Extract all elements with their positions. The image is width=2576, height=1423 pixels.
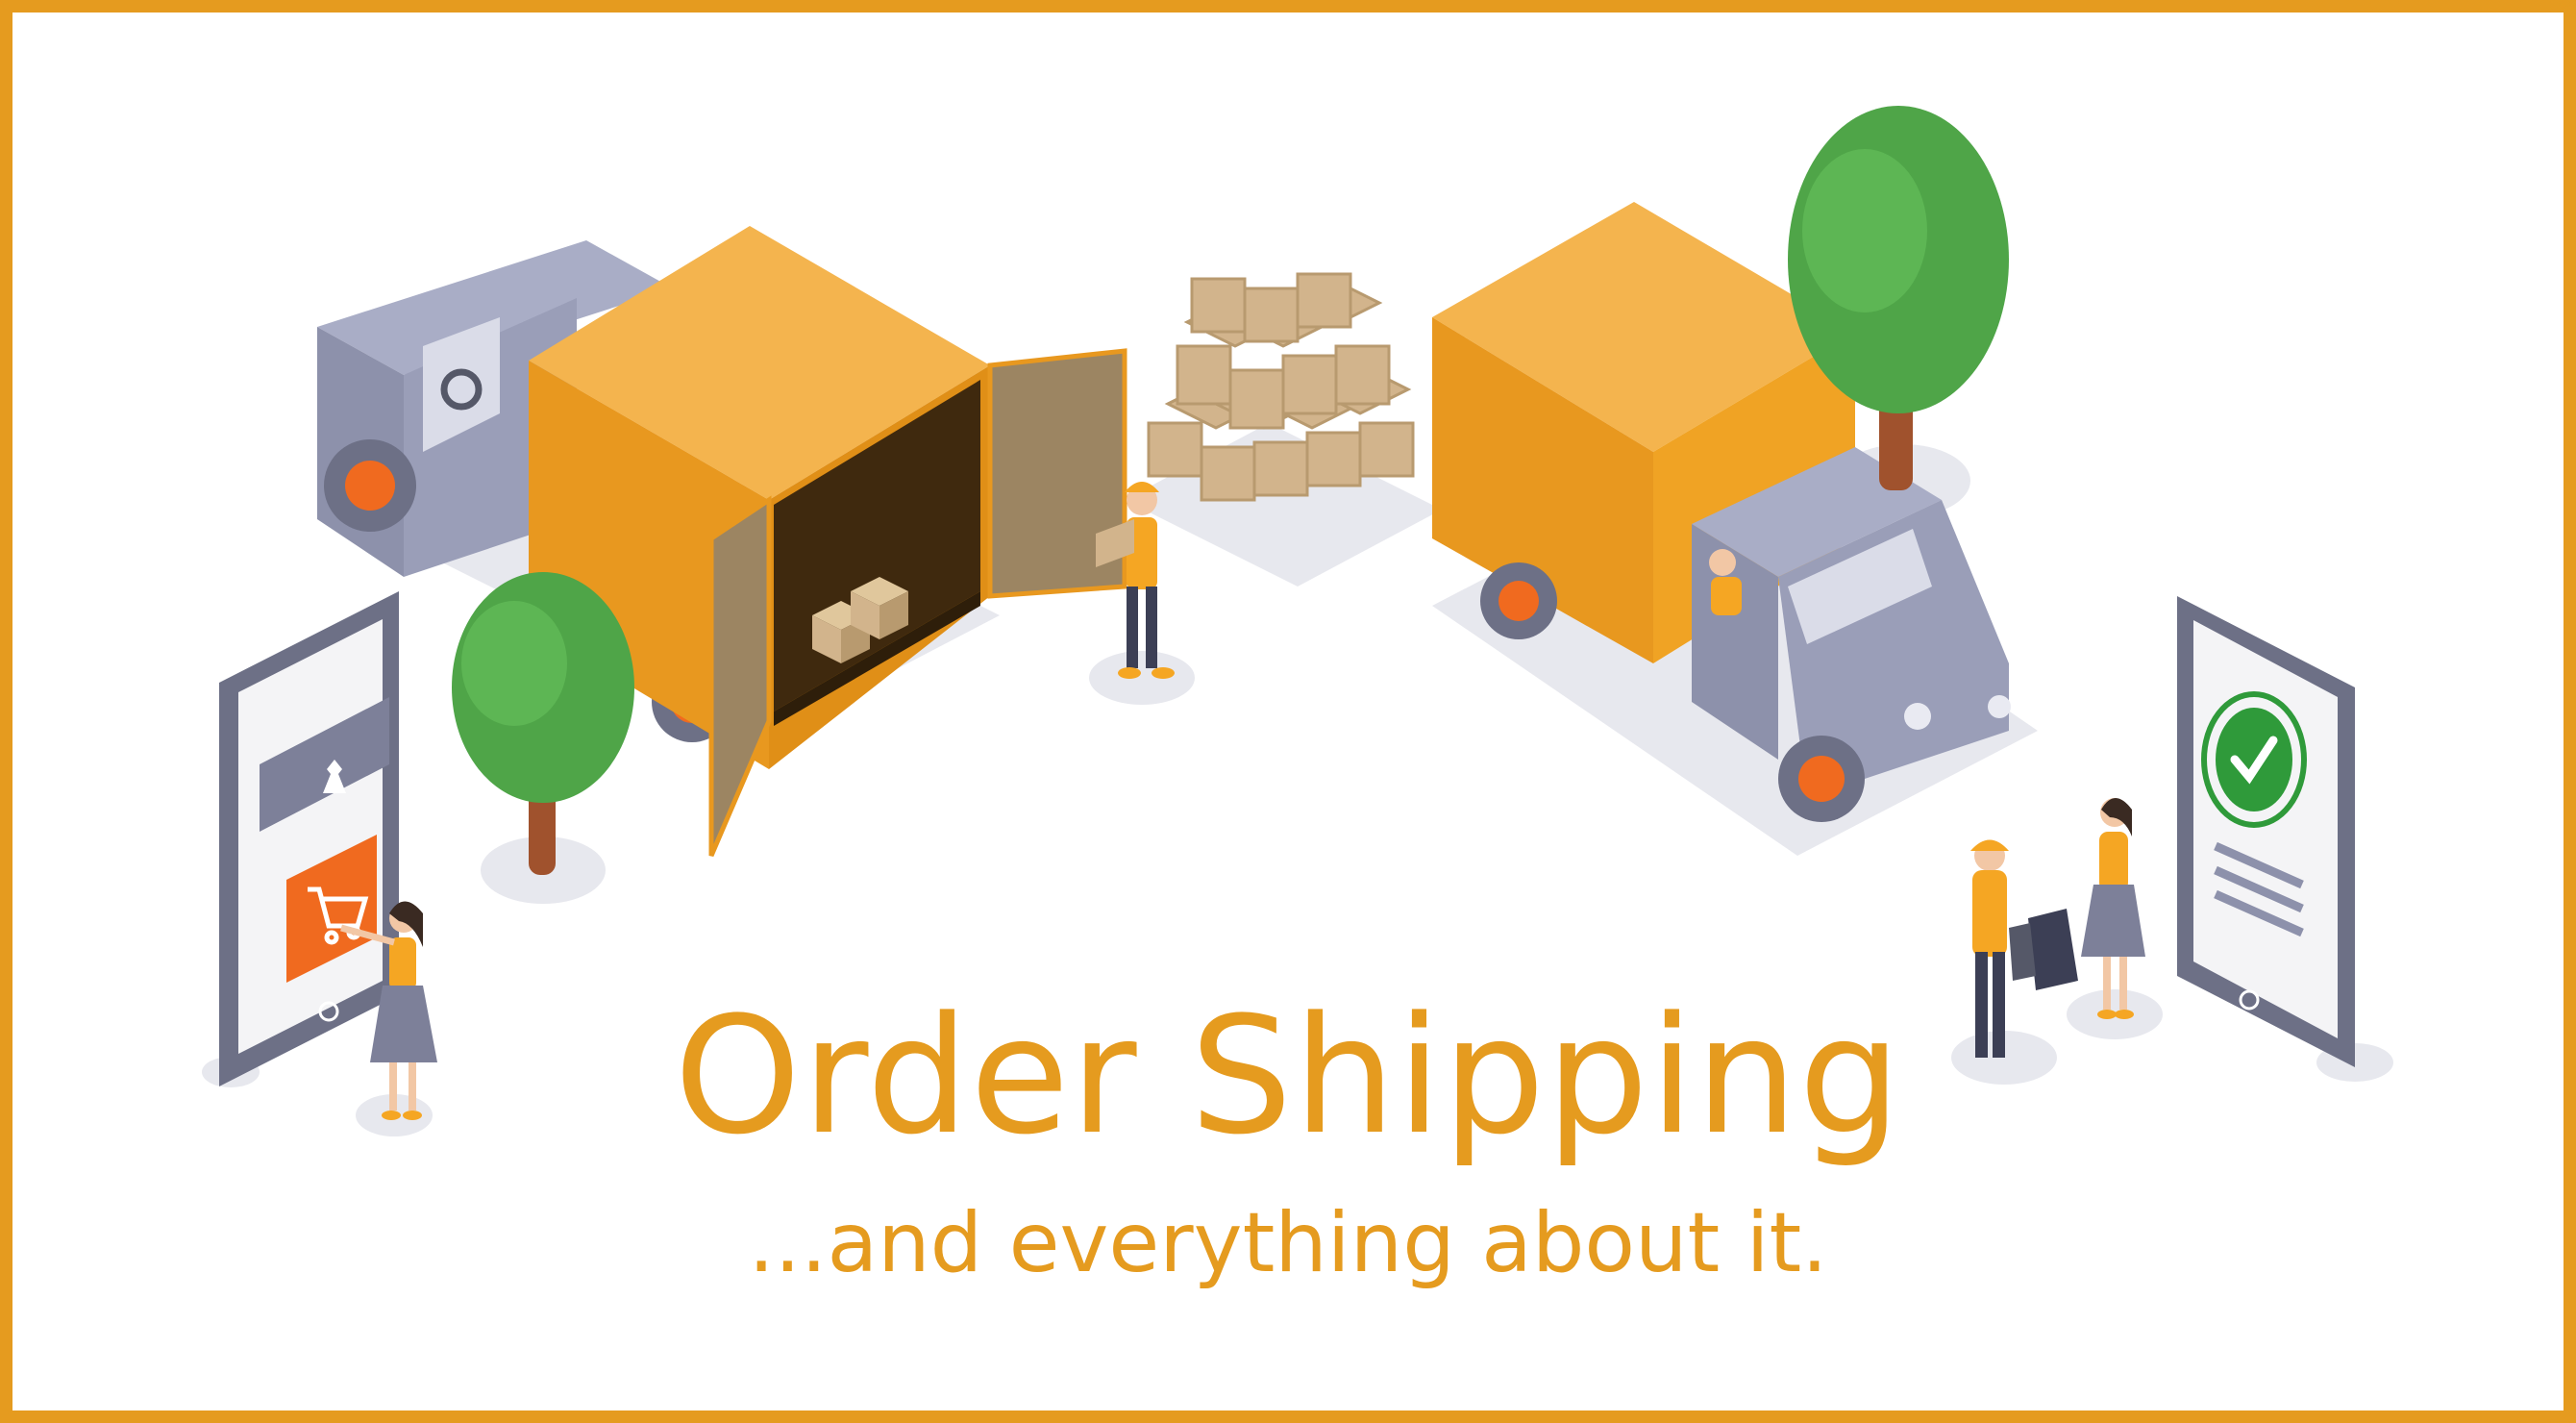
shopping-bag [2028,909,2078,990]
left-door [708,495,772,857]
truck-wheel [1480,562,1557,639]
tree [452,572,634,875]
customer-woman [2081,798,2145,1019]
parcel-pile [1147,272,1415,502]
checkmark-icon [2216,708,2292,811]
truck-wheel [324,439,416,532]
truck-wheel [1778,736,1865,822]
banner-subtitle: ...and everything about it. [748,1195,1828,1291]
loading-truck [317,226,1127,857]
banner-title: Order Shipping [674,982,1902,1170]
